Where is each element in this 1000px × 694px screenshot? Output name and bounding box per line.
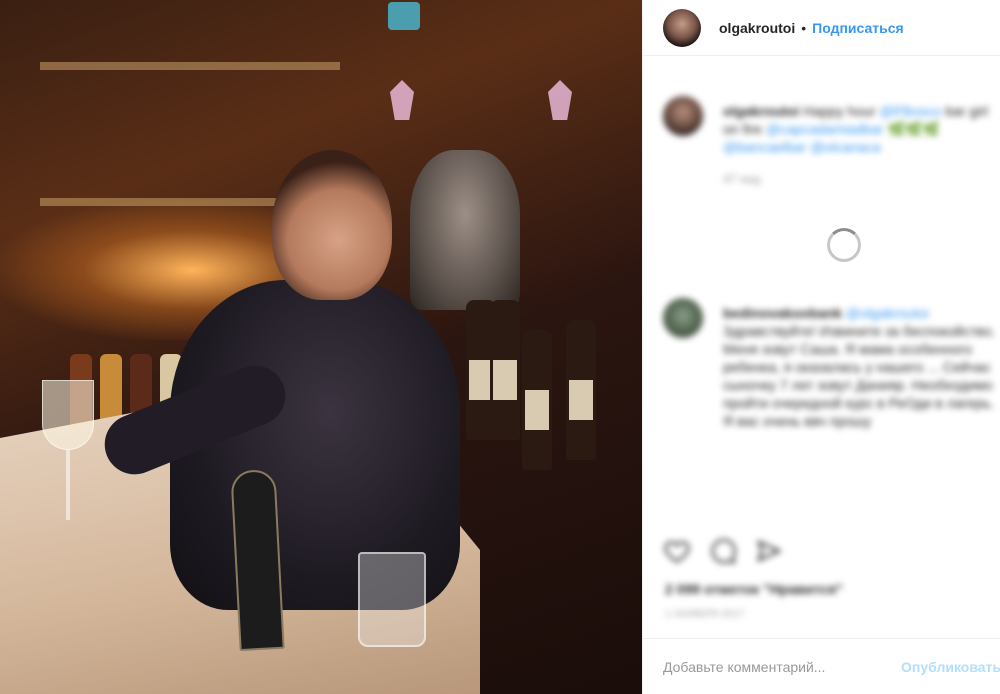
wine-glass xyxy=(42,380,94,530)
username[interactable]: olgakroutoi xyxy=(719,20,795,36)
likes-count[interactable]: 2 099 отметок "Нравится" xyxy=(665,581,843,597)
avatar[interactable] xyxy=(663,96,703,136)
wine-bottle xyxy=(522,330,552,470)
chalkboard-sign xyxy=(230,468,285,652)
pink-ornament xyxy=(390,80,414,120)
loading-spinner-icon[interactable] xyxy=(827,228,861,262)
share-icon[interactable] xyxy=(755,537,783,565)
person-head xyxy=(272,150,392,300)
comment-username[interactable]: olgakroutoi xyxy=(723,103,799,119)
heart-icon[interactable] xyxy=(663,537,691,565)
pink-ornament xyxy=(548,80,572,120)
comment-text: Здравствуйте! Извините за беспокойство. … xyxy=(723,323,996,429)
comment-icon[interactable] xyxy=(709,537,737,565)
mention-link[interactable]: @capcadamiadbar xyxy=(766,121,884,137)
publish-button[interactable]: Опубликовать xyxy=(901,659,1000,675)
post-photo[interactable] xyxy=(0,0,642,694)
comment-time[interactable]: 47 нед. xyxy=(723,170,1000,188)
mention-link[interactable]: @olcanaca xyxy=(810,139,880,155)
avatar[interactable] xyxy=(663,8,701,47)
water-glass xyxy=(358,552,426,647)
comment-username[interactable]: bedinovakoobank xyxy=(723,305,842,321)
statue xyxy=(410,150,520,310)
separator-dot: • xyxy=(801,19,807,36)
comment-text: 🌿🌿🌿 xyxy=(887,121,940,137)
follow-button[interactable]: Подписаться xyxy=(812,20,904,36)
action-bar xyxy=(663,537,783,565)
post-header: olgakroutoi • Подписаться xyxy=(643,0,1000,56)
avatar[interactable] xyxy=(663,298,703,338)
post-sidebar: olgakroutoi • Подписаться olgakroutoi Ha… xyxy=(642,0,1000,694)
wine-bottle xyxy=(490,300,520,440)
mention-link[interactable]: @bancaelbar xyxy=(723,139,807,155)
post-time[interactable]: 1 НОЯБРЯ 2017 xyxy=(665,609,745,620)
mention-link[interactable]: @ll'Bosco xyxy=(879,103,941,119)
comment-text: Happy hour xyxy=(803,103,876,119)
mention-link[interactable]: @olgakroutoi xyxy=(846,305,929,321)
comment-input[interactable] xyxy=(663,658,898,675)
add-comment-bar: Опубликовать xyxy=(643,638,1000,694)
sign-sticker xyxy=(388,2,420,30)
wine-bottle xyxy=(566,320,596,460)
shelf xyxy=(40,62,340,70)
